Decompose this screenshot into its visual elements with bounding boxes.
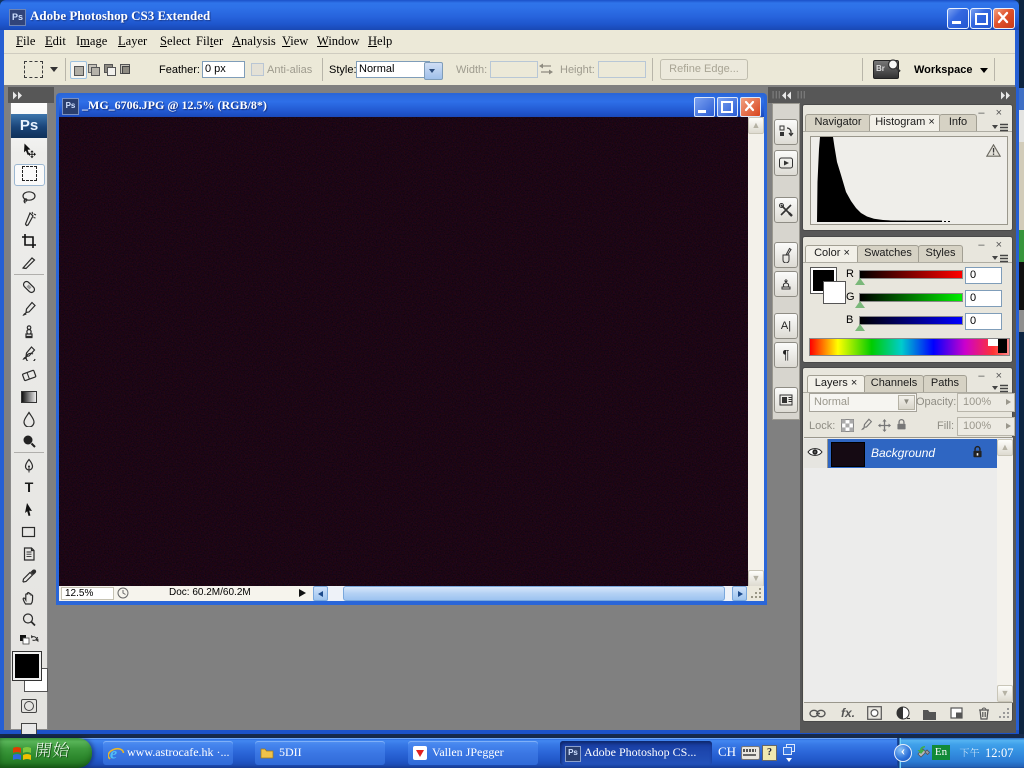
svg-text:e: e xyxy=(110,746,117,763)
